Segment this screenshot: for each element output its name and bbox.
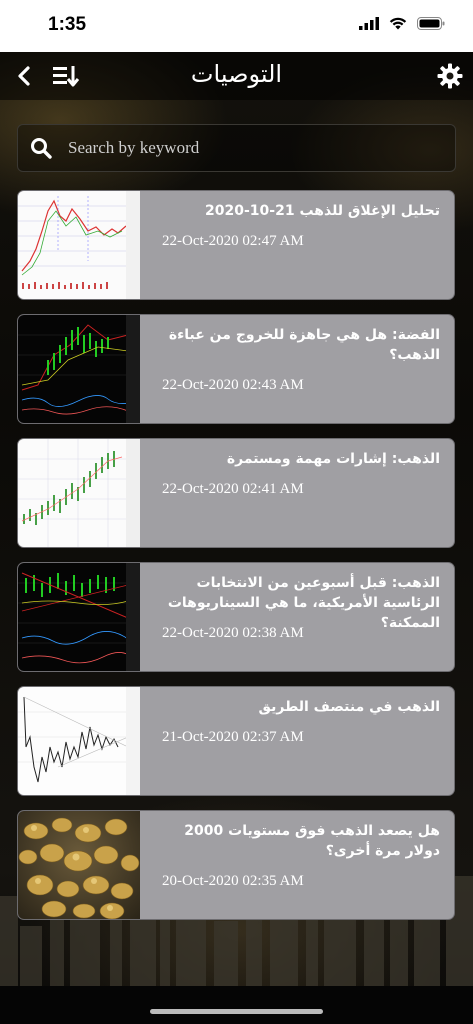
item-date: 22-Oct-2020 02:38 AM xyxy=(162,625,304,641)
thumbnail xyxy=(18,191,140,299)
chart-thumbnail-image xyxy=(18,439,140,547)
battery-icon xyxy=(417,17,445,30)
status-time: 1:35 xyxy=(48,14,87,35)
item-title: الذهب: إشارات مهمة ومستمرة xyxy=(226,451,440,467)
page-title: التوصيات xyxy=(190,60,283,88)
list-item[interactable]: هل يصعد الذهب فوق مستويات 2000 دولار مرة… xyxy=(17,810,455,920)
list-item[interactable]: الذهب: إشارات مهمة ومستمرة 22-Oct-2020 0… xyxy=(17,438,455,548)
home-indicator xyxy=(150,1009,323,1014)
recommendations-list: تحليل الإغلاق للذهب 21-10-2020 22-Oct-20… xyxy=(17,190,455,934)
search-icon xyxy=(31,138,52,159)
chart-thumbnail-image xyxy=(18,563,140,671)
wifi-icon xyxy=(389,17,407,30)
status-bar: 1:35 xyxy=(0,0,473,52)
chart-thumbnail-image xyxy=(18,687,140,795)
gear-icon xyxy=(437,63,463,89)
item-title: الذهب في منتصف الطريق xyxy=(258,699,440,715)
settings-button[interactable] xyxy=(436,62,464,90)
search-input[interactable] xyxy=(66,137,430,159)
thumbnail xyxy=(18,439,140,547)
item-date: 21-Oct-2020 02:37 AM xyxy=(162,729,304,745)
item-date: 22-Oct-2020 02:47 AM xyxy=(162,233,304,249)
status-icons xyxy=(359,17,445,30)
thumbnail xyxy=(18,315,140,423)
list-item[interactable]: تحليل الإغلاق للذهب 21-10-2020 22-Oct-20… xyxy=(17,190,455,300)
list-item[interactable]: الذهب: قبل أسبوعين من الانتخابات الرئاسي… xyxy=(17,562,455,672)
item-title: هل يصعد الذهب فوق مستويات 2000 دولار مرة… xyxy=(184,823,440,859)
gold-nuggets-image xyxy=(18,817,140,919)
navigation-bar: التوصيات xyxy=(0,52,473,100)
item-title: الذهب: قبل أسبوعين من الانتخابات الرئاسي… xyxy=(167,575,440,631)
chart-thumbnail-image xyxy=(18,315,140,423)
chart-thumbnail-image xyxy=(18,191,140,299)
item-date: 22-Oct-2020 02:43 AM xyxy=(162,377,304,393)
list-item[interactable]: الذهب في منتصف الطريق 21-Oct-2020 02:37 … xyxy=(17,686,455,796)
bottom-safe-area xyxy=(0,986,473,1024)
thumbnail xyxy=(18,563,140,671)
thumbnail xyxy=(18,811,140,919)
thumbnail xyxy=(18,687,140,795)
signal-icon xyxy=(359,17,379,30)
item-date: 20-Oct-2020 02:35 AM xyxy=(162,873,304,889)
item-date: 22-Oct-2020 02:41 AM xyxy=(162,481,304,497)
item-title: تحليل الإغلاق للذهب 21-10-2020 xyxy=(205,203,440,219)
list-item[interactable]: الفضة: هل هي جاهزة للخروج من عباءة الذهب… xyxy=(17,314,455,424)
item-title: الفضة: هل هي جاهزة للخروج من عباءة الذهب… xyxy=(168,327,440,363)
search-bar[interactable] xyxy=(17,124,456,172)
